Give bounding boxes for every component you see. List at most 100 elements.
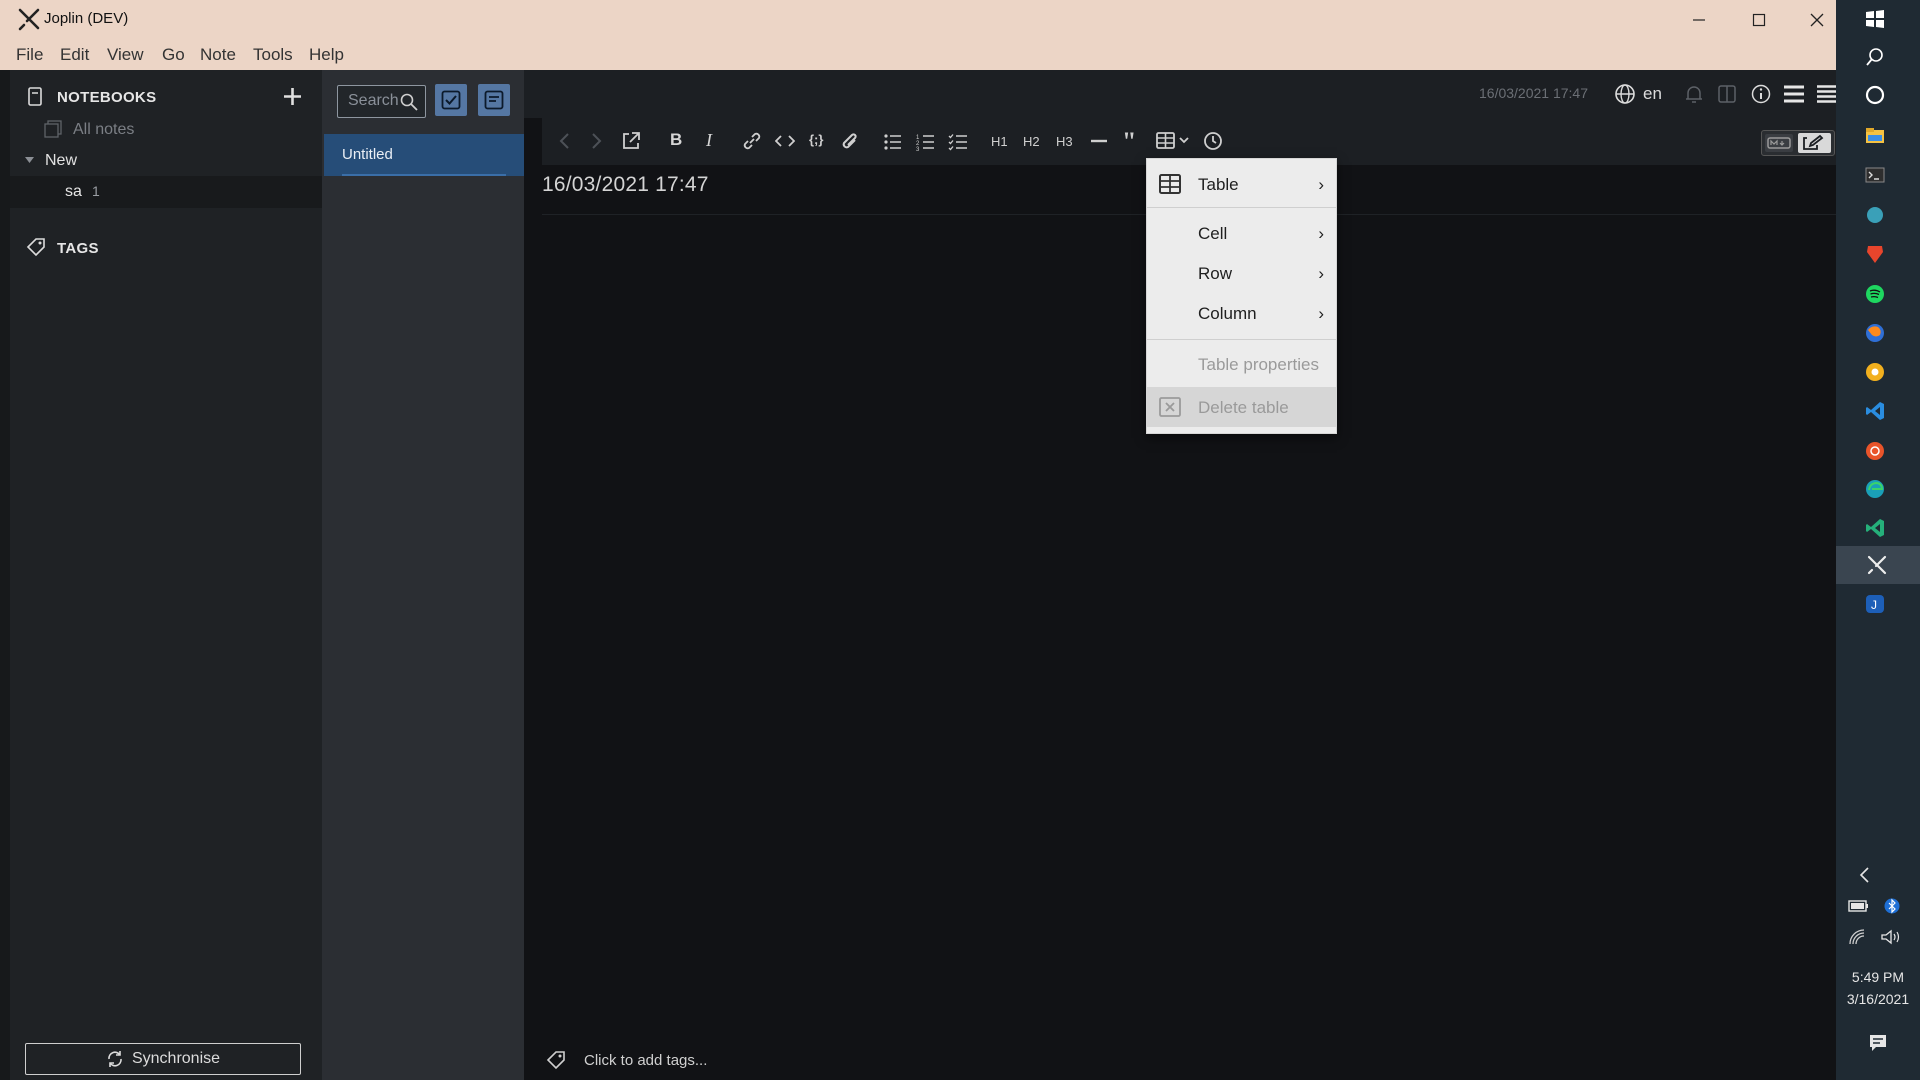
menu-item-row-label: Row (1198, 264, 1233, 283)
note-list-item[interactable]: Untitled (324, 134, 524, 176)
chevron-down-icon[interactable] (24, 156, 35, 164)
new-note-button[interactable] (478, 84, 510, 116)
toggle-sidebar-icon[interactable] (1783, 85, 1805, 103)
forward-icon[interactable] (591, 132, 603, 150)
file-explorer-icon[interactable] (1864, 125, 1886, 147)
clock-time[interactable]: 5:49 PM (1836, 969, 1920, 985)
edge-icon[interactable] (1864, 478, 1886, 500)
checkbox-icon (441, 90, 461, 110)
vscode-icon[interactable] (1864, 400, 1886, 422)
menu-tools[interactable]: Tools (253, 45, 293, 65)
italic-icon[interactable]: I (706, 130, 712, 151)
bullet-list-icon[interactable] (883, 133, 903, 151)
menu-item-table[interactable]: Table › (1147, 166, 1336, 202)
spotify-icon[interactable] (1864, 283, 1886, 305)
svg-text:3: 3 (916, 147, 920, 151)
heading2-button[interactable]: H2 (1023, 134, 1040, 149)
search-placeholder: Search... (348, 92, 400, 109)
notebook-sa-row[interactable]: sa 1 (10, 176, 322, 208)
menu-edit[interactable]: Edit (60, 45, 89, 65)
vscode-insiders-icon[interactable] (1864, 517, 1886, 539)
brave-icon[interactable] (1864, 243, 1886, 265)
add-notebook-icon[interactable] (282, 86, 303, 107)
bold-icon[interactable]: B (670, 130, 682, 150)
globe-icon[interactable] (1614, 83, 1636, 105)
menu-help[interactable]: Help (309, 45, 344, 65)
toggle-notelist-icon[interactable] (1816, 85, 1838, 103)
action-center-icon[interactable] (1868, 1033, 1888, 1053)
chevron-left-icon[interactable] (1858, 866, 1872, 884)
joplin-logo-icon (18, 8, 40, 31)
maximize-button[interactable] (1730, 0, 1788, 39)
joplin-taskbar-item[interactable] (1836, 546, 1920, 584)
menu-view[interactable]: View (107, 45, 144, 65)
markdown-editor-icon[interactable] (1765, 134, 1793, 152)
info-icon[interactable] (1751, 84, 1771, 104)
menu-note[interactable]: Note (200, 45, 236, 65)
bluetooth-icon[interactable] (1884, 896, 1900, 916)
synchronise-button[interactable]: Synchronise (25, 1043, 301, 1075)
code-icon[interactable] (775, 132, 795, 150)
search-input[interactable]: Search... (337, 85, 426, 118)
checklist-icon[interactable] (948, 133, 968, 151)
clock-date[interactable]: 3/16/2021 (1836, 991, 1920, 1007)
attachment-icon[interactable] (840, 131, 860, 153)
tag-icon (26, 238, 45, 257)
horizontal-rule-icon[interactable] (1090, 132, 1108, 150)
note-timestamp: 16/03/2021 17:47 (1479, 85, 1588, 101)
chevron-right-icon: › (1318, 264, 1324, 283)
chrome-canary-icon[interactable] (1864, 361, 1886, 383)
external-edit-icon[interactable] (621, 131, 641, 151)
menu-item-delete-table-label: Delete table (1198, 398, 1289, 417)
menu-item-cell-label: Cell (1198, 224, 1228, 243)
battery-icon[interactable] (1848, 898, 1870, 914)
terminal-icon[interactable] (1864, 164, 1886, 186)
tag-icon (546, 1051, 565, 1070)
notebook-new[interactable]: New (45, 152, 77, 170)
back-icon[interactable] (558, 132, 570, 150)
rich-text-editor-icon[interactable] (1798, 133, 1831, 153)
sync-icon (108, 1051, 122, 1067)
minimize-button[interactable] (1670, 0, 1728, 39)
menu-item-cell[interactable]: Cell › (1147, 215, 1336, 251)
heading1-button[interactable]: H1 (991, 134, 1008, 149)
network-icon[interactable] (1848, 928, 1868, 946)
menu-item-table-properties[interactable]: Table properties (1147, 346, 1336, 382)
blockquote-icon[interactable]: " (1122, 127, 1136, 157)
menu-item-delete-table[interactable]: Delete table (1147, 387, 1336, 427)
all-notes-item[interactable]: All notes (73, 121, 134, 139)
heading3-button[interactable]: H3 (1056, 134, 1073, 149)
menu-item-column[interactable]: Column › (1147, 295, 1336, 331)
layout-toggle-icon[interactable] (1718, 84, 1736, 104)
cortana-icon[interactable] (1864, 84, 1886, 106)
editor-toggle[interactable] (1761, 130, 1835, 156)
link-icon[interactable] (742, 131, 762, 151)
table-icon (1159, 174, 1181, 194)
ubuntu-icon[interactable] (1864, 440, 1886, 462)
firefox-icon[interactable] (1864, 322, 1886, 344)
app-icon-teal[interactable] (1864, 204, 1886, 226)
clock-icon[interactable] (1203, 131, 1223, 151)
windows-start-icon[interactable] (1864, 8, 1886, 30)
note-list-item-title: Untitled (342, 146, 393, 163)
bell-icon[interactable] (1684, 84, 1704, 104)
notebook-icon (28, 87, 42, 106)
table-button[interactable] (1156, 130, 1194, 152)
title-bar: Joplin (DEV) (0, 0, 1836, 39)
chevron-right-icon: › (1318, 304, 1324, 323)
new-todo-button[interactable] (435, 84, 467, 116)
menu-go[interactable]: Go (162, 45, 185, 65)
code-block-icon[interactable]: {;} (809, 132, 823, 147)
joplin-icon (1867, 555, 1887, 575)
numbered-list-icon[interactable]: 123 (916, 133, 936, 151)
joplin-blue-icon[interactable]: J (1864, 593, 1886, 615)
search-icon[interactable] (1864, 46, 1886, 68)
spellcheck-language[interactable]: en (1643, 84, 1662, 104)
volume-icon[interactable] (1880, 928, 1902, 946)
menu-file[interactable]: File (16, 45, 43, 65)
note-title[interactable]: 16/03/2021 17:47 (542, 173, 709, 197)
maximize-icon (1752, 13, 1766, 26)
sidebar: NOTEBOOKS All notes New sa 1 TAGS Synchr… (0, 70, 322, 1080)
notebook-count: 1 (92, 183, 100, 199)
menu-item-row[interactable]: Row › (1147, 255, 1336, 291)
